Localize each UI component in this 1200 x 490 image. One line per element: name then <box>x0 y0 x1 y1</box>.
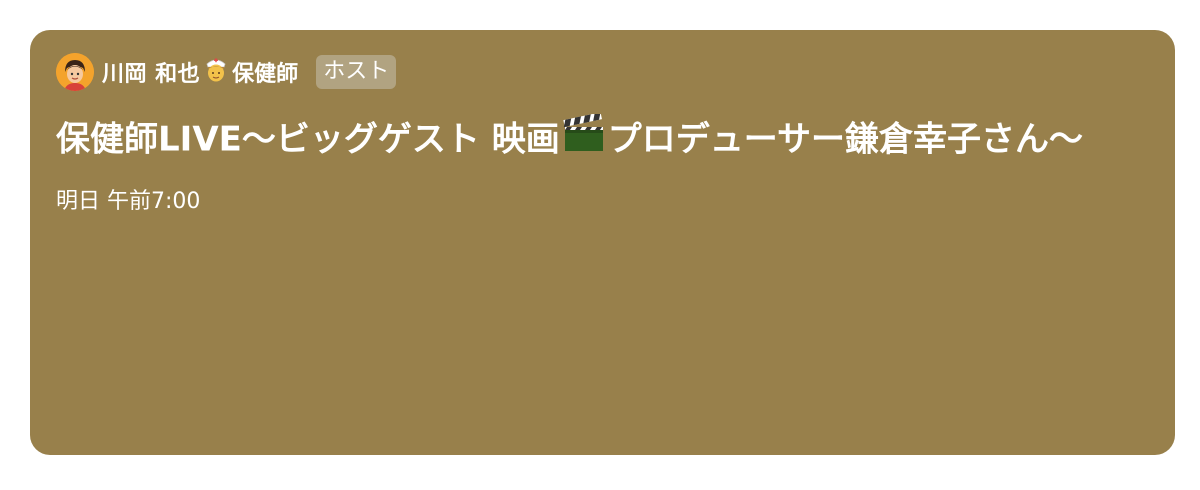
host-row: 川岡 和也 保健師 ホスト <box>56 52 1149 92</box>
event-title-part1: 保健師LIVE〜ビッグゲスト 映画 <box>56 119 560 160</box>
host-name[interactable]: 川岡 和也 <box>102 56 200 88</box>
event-card[interactable]: 川岡 和也 保健師 ホスト 保健師LIVE〜ビッグゲスト 映画 プロデューサー鎌… <box>30 30 1175 455</box>
host-avatar[interactable] <box>56 53 94 91</box>
health-worker-emoji-icon <box>202 55 230 89</box>
event-time: 明日 午前7:00 <box>56 189 201 214</box>
person-avatar-icon <box>56 53 94 91</box>
host-role: 保健師 <box>232 62 299 87</box>
host-badge: ホスト <box>316 55 397 89</box>
event-title-part2: プロデューサー鎌倉幸子さん〜 <box>607 119 1084 160</box>
event-title[interactable]: 保健師LIVE〜ビッグゲスト 映画 プロデューサー鎌倉幸子さん〜 <box>56 112 1141 165</box>
clapper-board-icon <box>562 112 606 165</box>
